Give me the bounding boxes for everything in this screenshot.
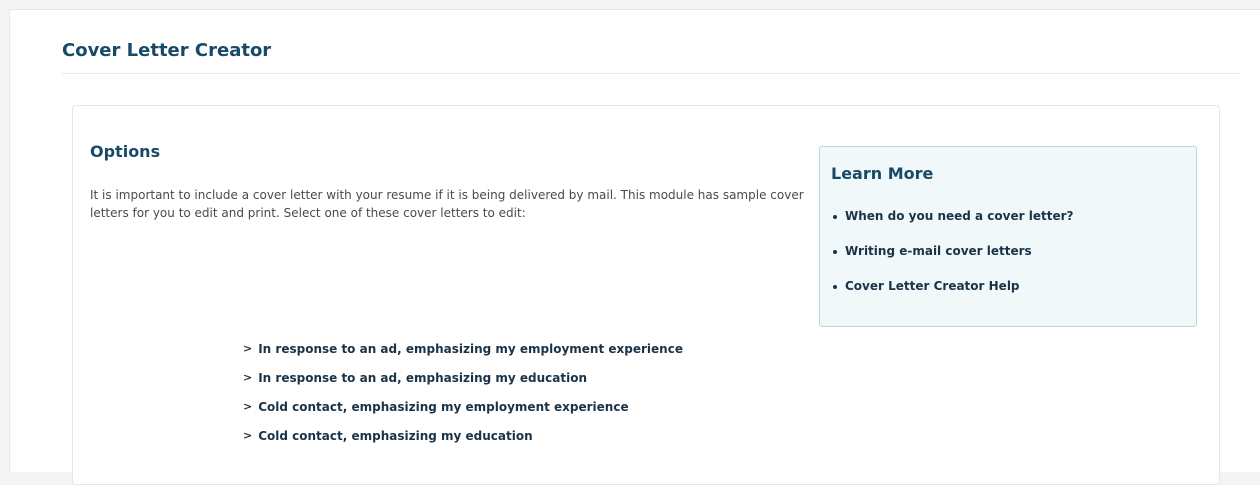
letter-cold-education-link[interactable]: Cold contact, emphasizing my education — [258, 428, 532, 444]
letter-ad-education-link[interactable]: In response to an ad, emphasizing my edu… — [258, 370, 587, 386]
learn-more-list: When do you need a cover letter? Writing… — [831, 209, 1073, 314]
link-email-cover-letters[interactable]: Writing e-mail cover letters — [845, 244, 1032, 258]
learn-more-item: Writing e-mail cover letters — [831, 244, 1073, 279]
chevron-right-icon: > — [243, 371, 253, 384]
letter-cold-employment-link[interactable]: Cold contact, emphasizing my employment … — [258, 399, 628, 415]
link-when-cover-letter[interactable]: When do you need a cover letter? — [845, 209, 1073, 223]
chevron-right-icon: > — [243, 429, 253, 442]
list-item: > Cold contact, emphasizing my education — [243, 428, 683, 457]
options-card: Options It is important to include a cov… — [72, 105, 1220, 485]
list-item: > In response to an ad, emphasizing my e… — [243, 370, 683, 399]
page-title: Cover Letter Creator — [62, 40, 272, 61]
learn-more-item: Cover Letter Creator Help — [831, 279, 1073, 314]
learn-more-panel: Learn More When do you need a cover lett… — [819, 146, 1197, 327]
options-heading: Options — [90, 142, 161, 161]
learn-more-heading: Learn More — [831, 164, 934, 183]
page-container: Cover Letter Creator Options It is impor… — [9, 9, 1260, 485]
learn-more-item: When do you need a cover letter? — [831, 209, 1073, 244]
bullet-icon — [833, 215, 837, 219]
list-item: > In response to an ad, emphasizing my e… — [243, 341, 683, 370]
bullet-icon — [833, 250, 837, 254]
bullet-icon — [833, 285, 837, 289]
title-divider — [62, 73, 1240, 74]
chevron-right-icon: > — [243, 400, 253, 413]
options-intro: It is important to include a cover lette… — [90, 188, 804, 220]
chevron-right-icon: > — [243, 342, 253, 355]
link-creator-help[interactable]: Cover Letter Creator Help — [845, 279, 1020, 293]
letter-ad-employment-link[interactable]: In response to an ad, emphasizing my emp… — [258, 341, 683, 357]
cover-letter-list: > In response to an ad, emphasizing my e… — [243, 341, 683, 457]
list-item: > Cold contact, emphasizing my employmen… — [243, 399, 683, 428]
